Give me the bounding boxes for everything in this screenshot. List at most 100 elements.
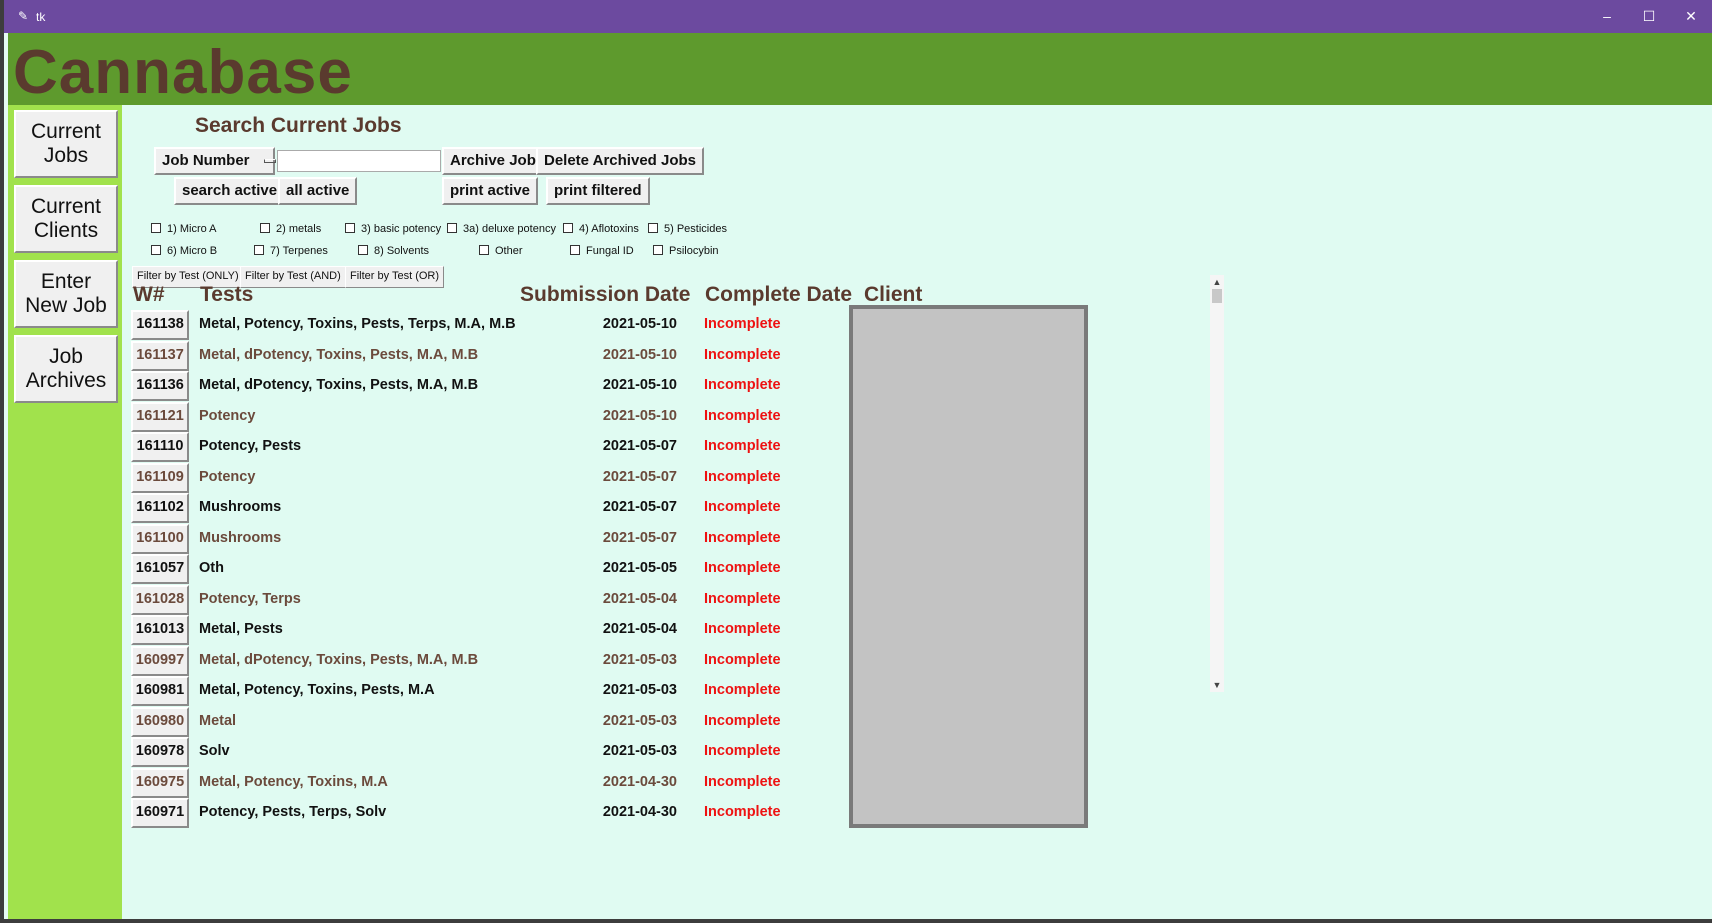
job-number-button[interactable]: 161057 [131,554,189,584]
scrollbar[interactable]: ▲ ▼ [1210,275,1224,692]
search-input[interactable] [277,150,441,172]
checkbox-solvents[interactable]: 8) Solvents [358,245,429,257]
search-field-select[interactable]: Job Number [154,147,276,175]
table-row: 160971 Potency, Pests, Terps, Solv 2021-04… [122,798,882,828]
checkbox-icon [648,223,658,233]
column-header-client: Client [864,283,923,306]
checkbox-icon [653,245,663,255]
job-number-button[interactable]: 161110 [131,432,189,462]
table-row: 161121 Potency 2021-05-10 Incomplete [122,401,882,432]
enter-new-job-button[interactable]: Enter New Job [14,260,118,328]
feather-icon: ✎ [18,9,29,23]
checkbox-icon [260,223,270,233]
checkbox-other[interactable]: Other [479,245,523,257]
app-brand: Cannabase [13,38,353,107]
tests-cell: Metal, Potency, Toxins, Pests, Terps, M.… [199,316,516,332]
checkbox-label: Other [495,245,523,257]
job-number-button[interactable]: 161028 [131,584,189,615]
chevron-down-icon [263,159,276,164]
complete-date-cell: Incomplete [704,712,781,729]
submission-date-cell: 2021-05-07 [602,499,677,515]
job-number-button[interactable]: 161013 [131,615,189,645]
submission-date-cell: 2021-05-05 [602,560,677,576]
submission-date-cell: 2021-05-07 [602,438,677,454]
complete-date-cell: Incomplete [704,804,781,820]
job-number-button[interactable]: 161138 [131,310,189,340]
submission-date-cell: 2021-05-10 [602,377,677,393]
maximize-button[interactable]: ☐ [1628,0,1670,33]
table-row: 161057 Oth 2021-05-05 Incomplete [122,554,882,584]
complete-date-cell: Incomplete [704,377,781,393]
current-clients-button[interactable]: Current Clients [14,185,118,253]
checkbox-label: 8) Solvents [374,245,430,257]
checkbox-metals[interactable]: 2) metals [260,223,321,235]
checkbox-fungal-id[interactable]: Fungal ID [570,245,634,257]
checkbox-psilocybin[interactable]: Psilocybin [653,245,719,257]
submission-date-cell: 2021-05-10 [602,407,677,424]
window-title: tk [36,10,46,24]
checkbox-deluxe-potency[interactable]: 3a) deluxe potency [447,223,556,235]
sidebar: Current Jobs Current Clients Enter New J… [8,105,122,919]
submission-date-cell: 2021-05-04 [602,621,677,637]
tests-cell: Potency [199,468,256,485]
submission-date-cell: 2021-05-04 [602,590,677,607]
job-number-button[interactable]: 160980 [131,706,189,737]
complete-date-cell: Incomplete [704,346,781,363]
filter-and-button[interactable]: Filter by Test (AND) [240,266,346,288]
job-number-button[interactable]: 160981 [131,676,189,706]
all-active-button[interactable]: all active [278,177,358,205]
job-number-button[interactable]: 161100 [131,523,189,554]
delete-archived-jobs-button[interactable]: Delete Archived Jobs [536,147,704,175]
job-number-button[interactable]: 160975 [131,767,189,798]
checkbox-label: Fungal ID [586,245,634,257]
scroll-up-icon[interactable]: ▲ [1210,275,1224,289]
search-active-button[interactable]: search active [174,177,286,205]
submission-date-cell: 2021-05-03 [602,682,677,698]
close-button[interactable]: ✕ [1670,0,1712,33]
checkbox-micro-a[interactable]: 1) Micro A [151,223,217,235]
client-panel [849,305,1088,828]
tests-cell: Oth [199,560,224,576]
checkbox-basic-potency[interactable]: 3) basic potency [345,223,441,235]
checkbox-aflotoxins[interactable]: 4) Aflotoxins [563,223,639,235]
title-bar[interactable]: ✎ tk – ☐ ✕ [4,0,1712,33]
table-row: 161110 Potency, Pests 2021-05-07 Incomplete [122,432,882,462]
table-row: 161137 Metal, dPotency, Toxins, Pests, M.… [122,340,882,371]
scroll-thumb[interactable] [1212,289,1222,303]
table-row: 161100 Mushrooms 2021-05-07 Incomplete [122,523,882,554]
job-number-button[interactable]: 160971 [131,798,189,828]
tests-cell: Mushrooms [199,499,282,515]
checkbox-pesticides[interactable]: 5) Pesticides [648,223,727,235]
scroll-down-icon[interactable]: ▼ [1210,678,1224,692]
checkbox-micro-b[interactable]: 6) Micro B [151,245,217,257]
table-row: 160997 Metal, dPotency, Toxins, Pests, M.… [122,645,882,676]
job-number-button[interactable]: 161102 [131,493,189,523]
filter-or-button[interactable]: Filter by Test (OR) [345,266,445,288]
job-number-button[interactable]: 161136 [131,371,189,401]
checkbox-label: Psilocybin [669,245,719,257]
job-number-button[interactable]: 161137 [131,340,189,371]
tests-cell: Potency, Pests [199,438,302,454]
tests-cell: Metal, dPotency, Toxins, Pests, M.A, M.B [199,346,479,363]
checkbox-label: 4) Aflotoxins [579,223,639,235]
submission-date-cell: 2021-05-03 [602,651,677,668]
complete-date-cell: Incomplete [704,468,781,485]
minimize-button[interactable]: – [1586,0,1628,33]
current-jobs-button[interactable]: Current Jobs [14,110,118,178]
job-archives-button[interactable]: Job Archives [14,335,118,403]
checkbox-terpenes[interactable]: 7) Terpenes [254,245,328,257]
tests-cell: Solv [199,743,230,759]
job-number-button[interactable]: 161121 [131,401,189,432]
job-number-button[interactable]: 160978 [131,737,189,767]
job-number-button[interactable]: 160997 [131,645,189,676]
checkbox-icon [345,223,355,233]
tests-cell: Metal, Potency, Toxins, M.A [199,773,388,790]
tests-cell: Metal, Pests [199,621,283,637]
complete-date-cell: Incomplete [704,529,781,546]
submission-date-cell: 2021-05-10 [602,316,677,332]
print-filtered-button[interactable]: print filtered [546,177,650,205]
print-active-button[interactable]: print active [442,177,539,205]
checkbox-label: 5) Pesticides [664,223,727,235]
tests-cell: Metal, dPotency, Toxins, Pests, M.A, M.B [199,651,479,668]
job-number-button[interactable]: 161109 [131,462,189,493]
